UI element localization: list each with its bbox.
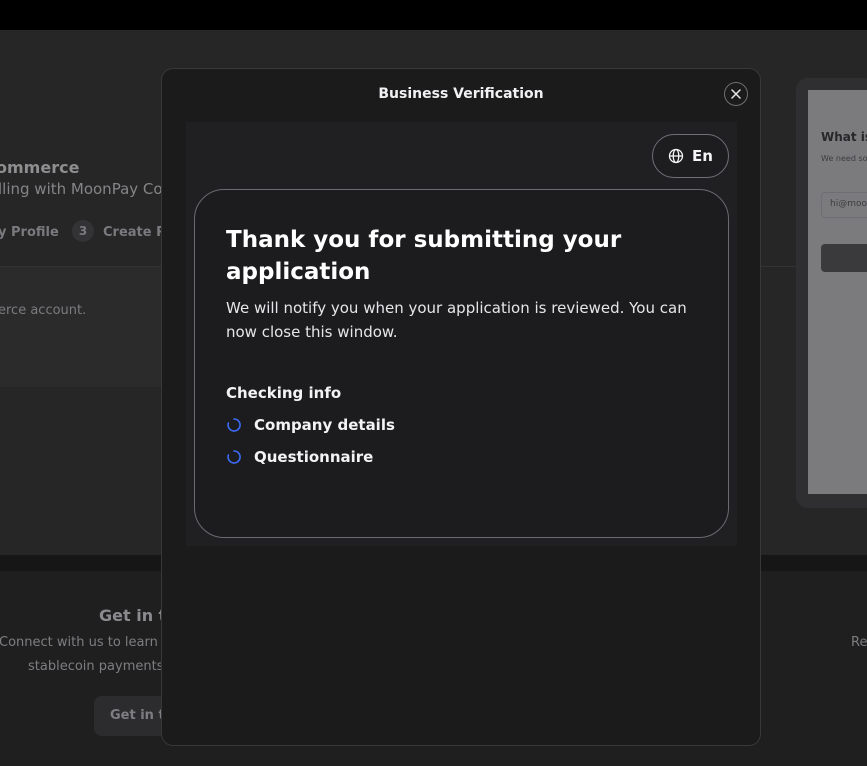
close-button[interactable] bbox=[724, 82, 748, 106]
background-contact-line2: stablecoin payments bbox=[28, 659, 164, 674]
background-body-text: erce account. bbox=[0, 303, 87, 318]
check-item-company-details: Company details bbox=[226, 416, 395, 434]
check-item-label: Company details bbox=[254, 416, 395, 434]
submission-status-card: Thank you for submitting your applicatio… bbox=[194, 189, 729, 538]
language-label: En bbox=[692, 147, 713, 165]
background-title: ommerce bbox=[0, 158, 80, 177]
check-item-label: Questionnaire bbox=[254, 448, 374, 466]
background-right-button bbox=[821, 244, 867, 272]
background-right-text: Re bbox=[851, 635, 867, 650]
background-step-number: 3 bbox=[72, 220, 94, 242]
language-selector[interactable]: En bbox=[652, 134, 729, 178]
card-body-text: We will notify you when your application… bbox=[226, 299, 687, 341]
loading-spinner-icon bbox=[227, 450, 241, 464]
check-item-questionnaire: Questionnaire bbox=[226, 448, 373, 466]
card-heading: Thank you for submitting your applicatio… bbox=[226, 227, 622, 285]
verification-widget: En Thank you for submitting your applica… bbox=[186, 122, 737, 546]
background-right-inner bbox=[808, 90, 867, 494]
background-card bbox=[0, 267, 180, 387]
globe-icon bbox=[668, 148, 684, 164]
modal-title: Business Verification bbox=[378, 86, 544, 102]
loading-spinner-icon bbox=[227, 418, 241, 432]
background-contact-line1: Connect with us to learn al bbox=[0, 635, 174, 650]
background-subtitle: lling with MoonPay Con bbox=[0, 180, 173, 198]
background-step-profile: y Profile bbox=[0, 225, 59, 240]
background-right-small-text: We need so bbox=[821, 154, 867, 163]
checking-info-label: Checking info bbox=[226, 384, 342, 402]
business-verification-modal: Business Verification En Thank you for s… bbox=[161, 68, 761, 746]
close-icon bbox=[731, 89, 741, 99]
background-right-input: hi@moon bbox=[821, 192, 867, 218]
background-right-question: What is y bbox=[821, 130, 867, 144]
